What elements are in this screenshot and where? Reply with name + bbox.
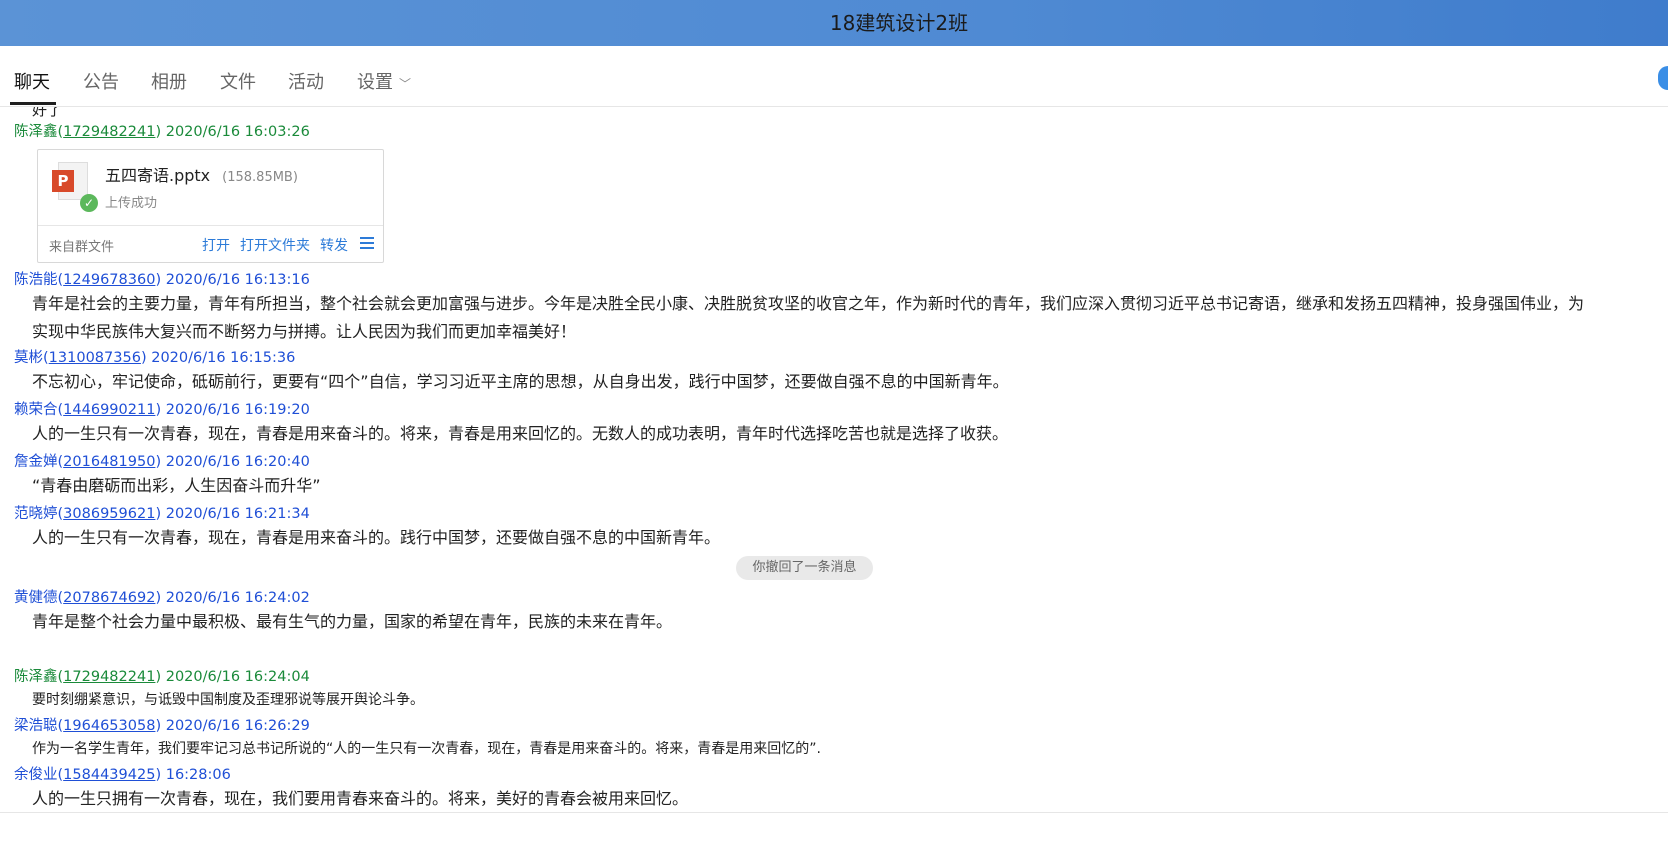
tab-chat[interactable]: 聊天 bbox=[14, 68, 50, 94]
message-text: “青春由磨砺而出彩，人生因奋斗而升华” bbox=[32, 476, 321, 495]
window-title: 18建筑设计2班 bbox=[829, 11, 969, 35]
sender-qq[interactable]: 1249678360 bbox=[63, 272, 155, 288]
message-time: 2020/6/16 16:24:04 bbox=[165, 669, 310, 685]
message-header: 余俊业(1584439425) 16:28:06 bbox=[14, 767, 231, 783]
message-text: 作为一名学生青年，我们要牢记习总书记所说的“人的一生只有一次青春，现在，青春是用… bbox=[32, 741, 821, 757]
title-bar: 18建筑设计2班 bbox=[0, 0, 1668, 46]
chevron-down-icon: ﹀ bbox=[399, 77, 412, 91]
file-name: 五四寄语.pptx (158.85MB) bbox=[105, 162, 298, 186]
tab-bar: 聊天 公告 相册 文件 活动 设置 ﹀ bbox=[0, 46, 1668, 107]
tab-album[interactable]: 相册 bbox=[151, 68, 187, 94]
active-tab-indicator bbox=[10, 102, 56, 105]
check-icon: ✓ bbox=[80, 194, 98, 212]
message-time: 2020/6/16 16:21:34 bbox=[165, 506, 310, 522]
tab-files[interactable]: 文件 bbox=[220, 68, 256, 94]
recall-notice: 你撤回了一条消息 bbox=[736, 556, 873, 580]
tab-settings[interactable]: 设置 ﹀ bbox=[357, 68, 411, 94]
sender-name[interactable]: 梁浩聪 bbox=[14, 718, 58, 734]
message-item: 陈泽鑫(1729482241) 2020/6/16 16:03:26 bbox=[14, 122, 310, 142]
sender-qq[interactable]: 2078674692 bbox=[63, 590, 155, 606]
tab-announcements[interactable]: 公告 bbox=[83, 68, 119, 94]
message-item: 余俊业(1584439425) 16:28:06 人的一生只拥有一次青春，现在，… bbox=[14, 765, 688, 813]
message-item: 赖荣合(1446990211) 2020/6/16 16:19:20 人的一生只… bbox=[14, 400, 1008, 448]
message-time: 2020/6/16 16:15:36 bbox=[151, 350, 296, 366]
sender-name[interactable]: 陈泽鑫 bbox=[14, 124, 58, 140]
tab-settings-label: 设置 bbox=[357, 72, 393, 93]
file-size: (158.85MB) bbox=[222, 170, 298, 185]
message-header: 莫彬(1310087356) 2020/6/16 16:15:36 bbox=[14, 350, 296, 366]
sender-name[interactable]: 詹金婵 bbox=[14, 454, 58, 470]
sender-qq[interactable]: 1446990211 bbox=[63, 402, 155, 418]
sender-name[interactable]: 莫彬 bbox=[14, 350, 43, 366]
message-item: 詹金婵(2016481950) 2020/6/16 16:20:40 “青春由磨… bbox=[14, 452, 321, 500]
message-text: 人的一生只有一次青春，现在，青春是用来奋斗的。将来，青春是用来回忆的。无数人的成… bbox=[32, 424, 1009, 443]
message-item: 范晓婷(3086959621) 2020/6/16 16:21:34 人的一生只… bbox=[14, 504, 720, 552]
sender-qq[interactable]: 2016481950 bbox=[63, 454, 155, 470]
forward-link[interactable]: 转发 bbox=[320, 235, 348, 255]
sender-qq[interactable]: 3086959621 bbox=[63, 506, 155, 522]
input-divider bbox=[0, 812, 1668, 813]
open-file-link[interactable]: 打开 bbox=[202, 235, 230, 255]
sender-name[interactable]: 余俊业 bbox=[14, 767, 58, 783]
sender-name[interactable]: 陈泽鑫 bbox=[14, 669, 58, 685]
message-time: 2020/6/16 16:13:16 bbox=[165, 272, 310, 288]
message-time: 2020/6/16 16:03:26 bbox=[165, 124, 310, 140]
file-source: 来自群文件 bbox=[49, 240, 115, 255]
file-card[interactable]: P ✓ 五四寄语.pptx (158.85MB) 上传成功 来自群文件 打开 打开文… bbox=[37, 149, 384, 263]
sender-qq[interactable]: 1584439425 bbox=[63, 767, 155, 783]
file-card-footer: 来自群文件 打开 打开文件夹 转发 bbox=[38, 225, 383, 262]
sender-name[interactable]: 范晓婷 bbox=[14, 506, 58, 522]
message-text: 青年是整个社会力量中最积极、最有生气的力量，国家的希望在青年，民族的未来在青年。 bbox=[32, 612, 673, 631]
phone-icon[interactable] bbox=[1658, 66, 1668, 90]
message-item: 陈泽鑫(1729482241) 2020/6/16 16:24:04 要时刻绷紧… bbox=[14, 667, 424, 713]
message-item: 陈浩能(1249678360) 2020/6/16 16:13:16 青年是社会… bbox=[14, 270, 1584, 346]
sender-name[interactable]: 黄健德 bbox=[14, 590, 58, 606]
sender-qq[interactable]: 1964653058 bbox=[63, 718, 155, 734]
message-time: 2020/6/16 16:24:02 bbox=[165, 590, 310, 606]
message-header: 范晓婷(3086959621) 2020/6/16 16:21:34 bbox=[14, 506, 310, 522]
sender-name[interactable]: 陈浩能 bbox=[14, 272, 58, 288]
message-header: 陈泽鑫(1729482241) 2020/6/16 16:03:26 bbox=[14, 124, 310, 140]
message-text: 人的一生只有一次青春，现在，青春是用来奋斗的。践行中国梦，还要做自强不息的中国新… bbox=[32, 528, 721, 547]
message-header: 陈泽鑫(1729482241) 2020/6/16 16:24:04 bbox=[14, 669, 310, 685]
message-item: 梁浩聪(1964653058) 2020/6/16 16:26:29 作为一名学… bbox=[14, 716, 821, 762]
sender-qq[interactable]: 1729482241 bbox=[63, 124, 155, 140]
message-text: 不忘初心，牢记使命，砥砺前行，更要有“四个”自信，学习习近平主席的思想，从自身出… bbox=[32, 372, 1009, 391]
message-header: 梁浩聪(1964653058) 2020/6/16 16:26:29 bbox=[14, 718, 310, 734]
file-name-text: 五四寄语.pptx bbox=[105, 166, 211, 185]
sender-name[interactable]: 赖荣合 bbox=[14, 402, 58, 418]
message-text: 实现中华民族伟大复兴而不断努力与拼搏。让人民因为我们而更加幸福美好！ bbox=[32, 322, 577, 341]
message-item: 黄健德(2078674692) 2020/6/16 16:24:02 青年是整个… bbox=[14, 588, 672, 636]
message-time: 2020/6/16 16:26:29 bbox=[165, 718, 310, 734]
file-status: 上传成功 bbox=[105, 196, 158, 211]
open-folder-link[interactable]: 打开文件夹 bbox=[240, 235, 310, 255]
message-header: 赖荣合(1446990211) 2020/6/16 16:19:20 bbox=[14, 402, 310, 418]
message-time: 2020/6/16 16:19:20 bbox=[165, 402, 310, 418]
menu-icon[interactable] bbox=[360, 237, 374, 252]
ppt-file-icon: P ✓ bbox=[52, 162, 98, 212]
message-text: 人的一生只拥有一次青春，现在，我们要用青春来奋斗的。将来，美好的青春会被用来回忆… bbox=[32, 789, 689, 808]
message-text: 青年是社会的主要力量，青年有所担当，整个社会就会更加富强与进步。今年是决胜全民小… bbox=[32, 294, 1585, 313]
message-time: 16:28:06 bbox=[165, 767, 231, 783]
message-header: 陈浩能(1249678360) 2020/6/16 16:13:16 bbox=[14, 272, 310, 288]
message-header: 黄健德(2078674692) 2020/6/16 16:24:02 bbox=[14, 590, 310, 606]
message-text: 好了 bbox=[32, 107, 63, 119]
sender-qq[interactable]: 1310087356 bbox=[49, 350, 141, 366]
message-item: 莫彬(1310087356) 2020/6/16 16:15:36 不忘初心，牢… bbox=[14, 348, 1009, 396]
message-header: 詹金婵(2016481950) 2020/6/16 16:20:40 bbox=[14, 454, 310, 470]
message-time: 2020/6/16 16:20:40 bbox=[165, 454, 310, 470]
tab-activities[interactable]: 活动 bbox=[288, 68, 324, 94]
message-text: 要时刻绷紧意识，与诋毁中国制度及歪理邪说等展开舆论斗争。 bbox=[32, 692, 424, 708]
sender-qq[interactable]: 1729482241 bbox=[63, 669, 155, 685]
chat-area[interactable]: 好了 陈泽鑫(1729482241) 2020/6/16 16:03:26 P ✓… bbox=[0, 107, 1668, 865]
